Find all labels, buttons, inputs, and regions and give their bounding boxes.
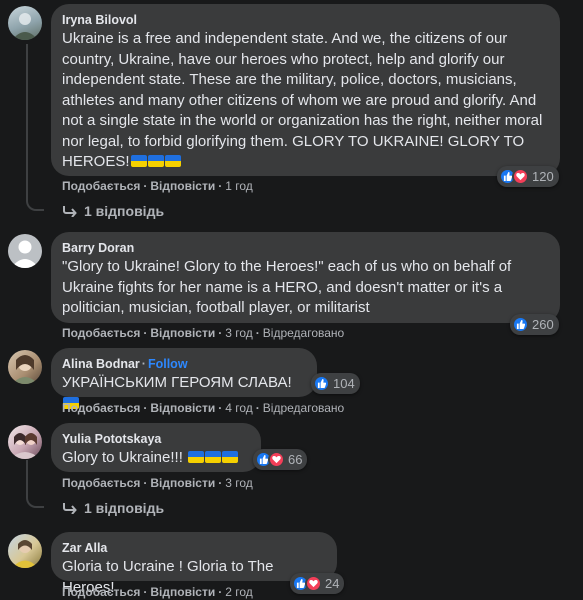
- like-button[interactable]: Подобається: [62, 326, 140, 340]
- comment-text: Glory to Ukraine!!!: [62, 448, 249, 469]
- separator: ·: [141, 357, 146, 371]
- comment-bubble: Alina Bodnar · Follow УКРАЇНСЬКИМ ГЕРОЯМ С…: [51, 348, 317, 409]
- avatar[interactable]: [8, 6, 42, 40]
- like-button[interactable]: Подобається: [62, 179, 140, 193]
- reply-arrow-icon: [63, 503, 77, 514]
- edited-label: Відредаговано: [262, 401, 345, 415]
- default-avatar-icon: [11, 240, 39, 268]
- replies-count: 1 відповідь: [84, 500, 165, 516]
- ukraine-flag-icon: [130, 155, 147, 167]
- separator: ·: [143, 326, 148, 340]
- reaction-count: 104: [333, 376, 355, 391]
- separator: ·: [255, 326, 260, 340]
- separator: ·: [255, 401, 260, 415]
- avatar-photo-icon: [12, 13, 38, 40]
- like-button[interactable]: Подобається: [62, 585, 140, 599]
- follow-button[interactable]: Follow: [148, 357, 188, 371]
- like-button[interactable]: Подобається: [62, 476, 140, 490]
- separator: ·: [143, 179, 148, 193]
- reaction-count: 24: [325, 576, 340, 591]
- reply-button[interactable]: Відповісти: [150, 179, 215, 193]
- comment-timestamp[interactable]: 2 год: [225, 585, 253, 599]
- avatar[interactable]: [8, 350, 42, 384]
- comment-author[interactable]: Yulia Pototskaya: [62, 431, 249, 447]
- view-replies-button[interactable]: 1 відповідь: [62, 500, 164, 516]
- reply-button[interactable]: Відповісти: [150, 476, 215, 490]
- reply-button[interactable]: Відповісти: [150, 585, 215, 599]
- ukraine-flag-icon: [205, 451, 222, 463]
- ukraine-flag-icon: [147, 155, 164, 167]
- separator: ·: [143, 401, 148, 415]
- comment-text: Ukraine is a free and independent state.…: [62, 29, 548, 173]
- separator: ·: [143, 585, 148, 599]
- separator: ·: [218, 585, 223, 599]
- reply-thread-line: [26, 460, 44, 508]
- comment-author-line: Alina Bodnar · Follow: [62, 356, 305, 372]
- comment-actions: Подобається · Відповісти · 1 год: [62, 178, 253, 194]
- comment-text-body: Glory to Ukraine!!!: [62, 449, 183, 466]
- comment-text: "Glory to Ukraine! Glory to the Heroes!"…: [62, 258, 512, 316]
- comment-actions: Подобається · Відповісти · 3 год: [62, 475, 253, 491]
- ukraine-flag-icon: [188, 451, 205, 463]
- comment-author[interactable]: Zar Alla: [62, 540, 325, 556]
- comment-actions: Подобається · Відповісти · 3 год · Відредагова…: [62, 325, 344, 341]
- avatar-photo-icon: [12, 355, 38, 384]
- comment-text-body: Ukraine is a free and independent state.…: [62, 30, 543, 170]
- replies-count: 1 відповідь: [84, 203, 165, 219]
- reply-arrow-icon: [63, 206, 77, 217]
- comment-actions: Подобається · Відповісти · 2 год: [62, 584, 253, 600]
- comment-timestamp[interactable]: 1 год: [225, 179, 253, 193]
- comment-bubble: Yulia Pototskaya Glory to Ukraine!!!: [51, 423, 261, 472]
- comment-actions: Подобається · Відповісти · 4 год · Відредагова…: [62, 400, 344, 416]
- comment-text-body: УКРАЇНСЬКИМ ГЕРОЯМ СЛАВА!: [62, 374, 292, 391]
- reaction-count: 120: [532, 169, 554, 184]
- reply-thread-line: [26, 44, 44, 211]
- reply-button[interactable]: Відповісти: [150, 326, 215, 340]
- comment-author[interactable]: Alina Bodnar: [62, 357, 140, 371]
- reaction-count: 260: [532, 317, 554, 332]
- reaction-count: 66: [288, 452, 303, 467]
- like-icon: [313, 375, 330, 392]
- separator: ·: [143, 476, 148, 490]
- edited-label: Відредаговано: [262, 326, 345, 340]
- love-icon: [268, 451, 285, 468]
- avatar[interactable]: [8, 534, 42, 568]
- comment-timestamp[interactable]: 4 год: [225, 401, 253, 415]
- like-button[interactable]: Подобається: [62, 401, 140, 415]
- view-replies-button[interactable]: 1 відповідь: [62, 203, 164, 219]
- separator: ·: [218, 326, 223, 340]
- avatar-photo-icon: [10, 433, 40, 459]
- comment-bubble: Barry Doran "Glory to Ukraine! Glory to …: [51, 232, 560, 323]
- reaction-summary[interactable]: 66: [253, 449, 308, 470]
- avatar[interactable]: [8, 425, 42, 459]
- avatar-photo-icon: [12, 540, 38, 568]
- reaction-summary[interactable]: 24: [290, 573, 345, 594]
- love-icon: [512, 168, 529, 185]
- reaction-summary[interactable]: 120: [497, 166, 559, 187]
- separator: ·: [218, 476, 223, 490]
- comment-author[interactable]: Iryna Bilovol: [62, 12, 548, 28]
- love-icon: [305, 575, 322, 592]
- avatar[interactable]: [8, 234, 42, 268]
- comment-timestamp[interactable]: 3 год: [225, 326, 253, 340]
- ukraine-flag-icon: [222, 451, 239, 463]
- separator: ·: [218, 179, 223, 193]
- reaction-summary[interactable]: 260: [510, 314, 559, 335]
- ukraine-flag-icon: [164, 155, 181, 167]
- like-icon: [512, 316, 529, 333]
- reaction-summary[interactable]: 104: [311, 373, 360, 394]
- separator: ·: [218, 401, 223, 415]
- comment-bubble: Iryna Bilovol Ukraine is a free and inde…: [51, 4, 560, 176]
- comment-timestamp[interactable]: 3 год: [225, 476, 253, 490]
- reply-button[interactable]: Відповісти: [150, 401, 215, 415]
- comment-author[interactable]: Barry Doran: [62, 240, 548, 256]
